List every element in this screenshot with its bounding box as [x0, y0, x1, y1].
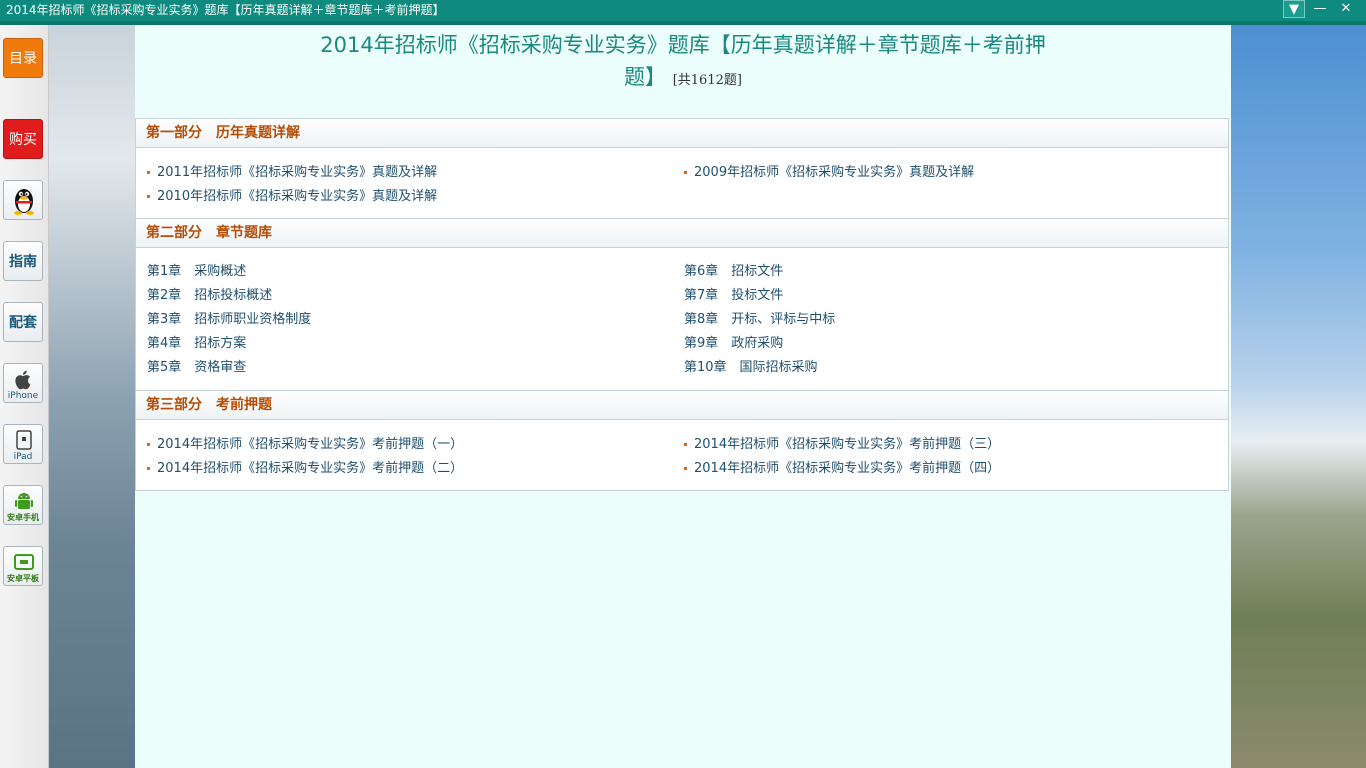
link-chapter-8[interactable]: 第8章 开标、评标与中标 — [684, 311, 835, 329]
android-tablet-button[interactable]: 安卓平板 — [3, 546, 43, 586]
link-chapter-4[interactable]: 第4章 招标方案 — [147, 335, 246, 353]
section-body-predictions: 2014年招标师《招标采购专业实务》考前押题（一） 2014年招标师《招标采购专… — [135, 420, 1229, 491]
minimize-icon[interactable]: — — [1309, 0, 1331, 18]
android-phone-button[interactable]: 安卓手机 — [3, 485, 43, 525]
qq-button[interactable] — [3, 180, 43, 220]
link-2010-exam[interactable]: 2010年招标师《招标采购专业实务》真题及详解 — [146, 188, 437, 206]
ipad-label: iPad — [13, 452, 33, 462]
page-title: 2014年招标师《招标采购专业实务》题库【历年真题详解＋章节题库＋考前押 题】 … — [285, 29, 1081, 97]
qq-penguin-icon — [14, 189, 34, 215]
close-icon[interactable]: ✕ — [1335, 0, 1357, 18]
android-icon — [15, 493, 33, 509]
content-panel: 2014年招标师《招标采购专业实务》题库【历年真题详解＋章节题库＋考前押 题】 … — [135, 25, 1231, 768]
page-title-line1: 2014年招标师《招标采购专业实务》题库【历年真题详解＋章节题库＋考前押 — [320, 33, 1046, 57]
background-scenery-left — [49, 25, 135, 768]
bundle-button[interactable]: 配套 — [3, 302, 43, 342]
link-chapter-3[interactable]: 第3章 招标师职业资格制度 — [147, 311, 311, 329]
android-tablet-icon — [14, 554, 34, 570]
guide-button[interactable]: 指南 — [3, 241, 43, 281]
catalog-button[interactable]: 目录 — [3, 38, 43, 78]
link-prediction-4[interactable]: 2014年招标师《招标采购专业实务》考前押题（四） — [683, 460, 1000, 478]
link-chapter-10[interactable]: 第10章 国际招标采购 — [684, 359, 818, 377]
section-heading-predictions: 第三部分 考前押题 — [135, 390, 1229, 420]
buy-button[interactable]: 购买 — [3, 119, 43, 159]
page-title-line2: 题】 [共1612题] — [285, 61, 1081, 97]
section-body-chapters: 第1章 采购概述 第6章 招标文件 第2章 招标投标概述 第7章 投标文件 第3… — [135, 248, 1229, 390]
link-chapter-5[interactable]: 第5章 资格审查 — [147, 359, 246, 377]
android-phone-label: 安卓手机 — [7, 513, 39, 522]
link-chapter-1[interactable]: 第1章 采购概述 — [147, 263, 246, 281]
link-prediction-3[interactable]: 2014年招标师《招标采购专业实务》考前押题（三） — [683, 436, 1000, 454]
link-prediction-1[interactable]: 2014年招标师《招标采购专业实务》考前押题（一） — [146, 436, 463, 454]
apple-icon — [15, 370, 31, 390]
link-2009-exam[interactable]: 2009年招标师《招标采购专业实务》真题及详解 — [683, 164, 974, 182]
left-toolbar: 目录 购买 指南 配套 iPhone iPad 安卓手机 安卓平板 — [0, 25, 49, 768]
link-2011-exam[interactable]: 2011年招标师《招标采购专业实务》真题及详解 — [146, 164, 437, 182]
dropdown-menu-icon[interactable]: ▼ — [1283, 0, 1305, 18]
page-title-line2-text: 题】 — [624, 65, 667, 89]
section-body-past-exams: 2011年招标师《招标采购专业实务》真题及详解 2009年招标师《招标采购专业实… — [135, 148, 1229, 218]
android-tablet-label: 安卓平板 — [7, 574, 39, 583]
link-chapter-6[interactable]: 第6章 招标文件 — [684, 263, 783, 281]
link-chapter-7[interactable]: 第7章 投标文件 — [684, 287, 783, 305]
background-scenery-right — [1231, 25, 1366, 768]
ipad-button[interactable]: iPad — [3, 424, 43, 464]
iphone-button[interactable]: iPhone — [3, 363, 43, 403]
window-title: 2014年招标师《招标采购专业实务》题库【历年真题详解＋章节题库＋考前押题】 — [6, 3, 445, 17]
tablet-icon — [16, 430, 32, 450]
link-chapter-9[interactable]: 第9章 政府采购 — [684, 335, 783, 353]
link-chapter-2[interactable]: 第2章 招标投标概述 — [147, 287, 272, 305]
iphone-label: iPhone — [7, 391, 39, 401]
question-count: [共1612题] — [672, 73, 742, 88]
section-heading-past-exams: 第一部分 历年真题详解 — [135, 118, 1229, 148]
section-heading-chapters: 第二部分 章节题库 — [135, 218, 1229, 248]
window-titlebar: 2014年招标师《招标采购专业实务》题库【历年真题详解＋章节题库＋考前押题】 ▼… — [0, 0, 1366, 25]
link-prediction-2[interactable]: 2014年招标师《招标采购专业实务》考前押题（二） — [146, 460, 463, 478]
